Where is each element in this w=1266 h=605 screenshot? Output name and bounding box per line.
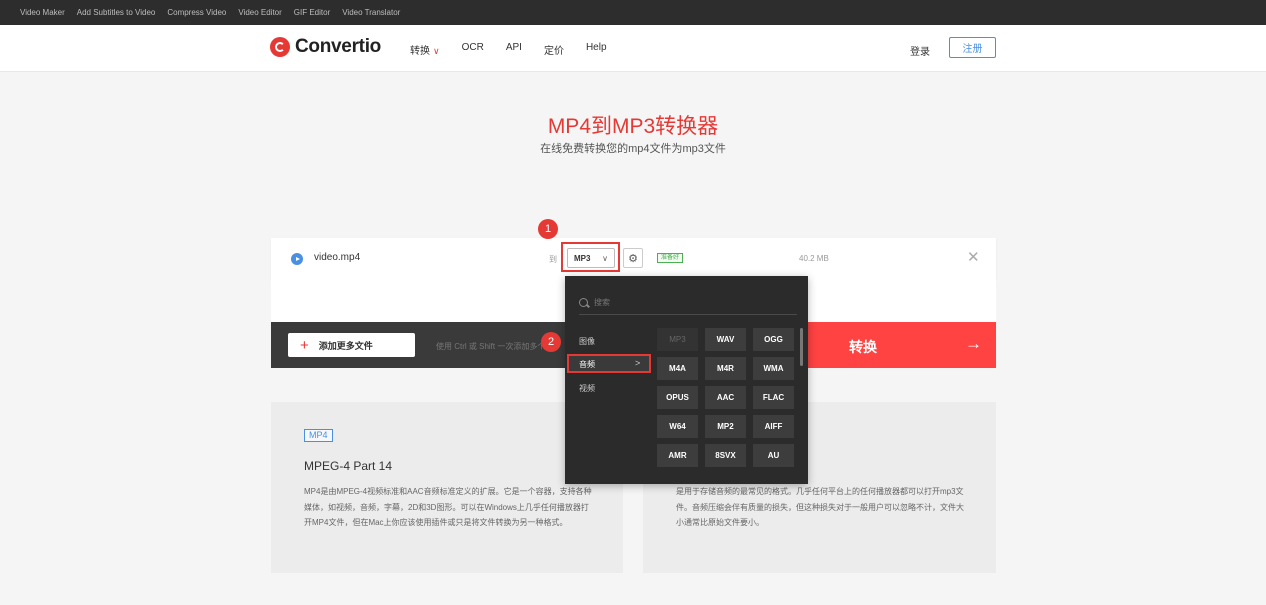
page-subtitle: 在线免费转换您的mp4文件为mp3文件 <box>540 143 726 155</box>
nav-convert-label: 转换 <box>410 46 430 57</box>
page-title: MP4到MP3转换器 <box>547 115 719 138</box>
format-option-mp2[interactable]: MP2 <box>705 415 746 438</box>
top-link-video-editor[interactable]: Video Editor <box>238 8 281 17</box>
add-more-files-label: 添加更多文件 <box>318 340 373 351</box>
main-nav: 转换 ∨ OCR API 定价 Help <box>410 42 607 57</box>
to-label: 到 <box>549 255 557 264</box>
card-description: 是用于存储音频的最常见的格式。几乎任何平台上的任何播放器都可以打开mp3文件。音… <box>676 487 964 527</box>
logo[interactable]: Convertio <box>270 36 381 58</box>
format-dropdown: 图像 音频 > 视频 MP3 WAV OGG M4A M4R WMA OPUS … <box>565 276 808 484</box>
gear-icon: ⚙ <box>628 252 638 265</box>
top-link-bar: Video Maker Add Subtitles to Video Compr… <box>0 0 1266 25</box>
plus-icon: + <box>300 336 309 354</box>
site-header: Convertio 转换 ∨ OCR API 定价 Help 登录 注册 <box>0 25 1266 72</box>
card-description: MP4是由MPEG-4视频标准和AAC音频标准定义的扩展。它是一个容器，支持各种… <box>304 487 592 527</box>
format-option-opus[interactable]: OPUS <box>657 386 698 409</box>
nav-api[interactable]: API <box>506 42 522 57</box>
file-name: video.mp4 <box>314 252 361 263</box>
format-option-aac[interactable]: AAC <box>705 386 746 409</box>
file-row: video.mp4 到 MP3 ∨ ⚙ 准备好 40.2 MB ✕ <box>271 238 996 280</box>
format-option-au[interactable]: AU <box>753 444 794 467</box>
category-video[interactable]: 视频 <box>579 383 595 394</box>
nav-ocr[interactable]: OCR <box>462 42 484 57</box>
format-select-value: MP3 <box>574 253 591 263</box>
status-badge: 准备好 <box>657 253 684 263</box>
format-tag-mp4: MP4 <box>304 429 333 442</box>
card-title: MPEG-4 Part 14 <box>304 459 393 473</box>
add-more-files-button[interactable]: + 添加更多文件 <box>288 333 415 357</box>
annotation-badge-2: 2 <box>541 332 561 352</box>
nav-help[interactable]: Help <box>586 42 607 57</box>
format-grid: MP3 WAV OGG M4A M4R WMA OPUS AAC FLAC W6… <box>657 328 797 467</box>
login-link[interactable]: 登录 <box>910 43 930 58</box>
format-option-mp3[interactable]: MP3 <box>657 328 698 351</box>
top-link-video-maker[interactable]: Video Maker <box>20 8 65 17</box>
format-option-m4a[interactable]: M4A <box>657 357 698 380</box>
convert-button[interactable]: 转换 → <box>795 322 996 368</box>
top-link-video-translator[interactable]: Video Translator <box>342 8 400 17</box>
file-size: 40.2 MB <box>799 254 829 263</box>
format-option-wav[interactable]: WAV <box>705 328 746 351</box>
format-option-m4r[interactable]: M4R <box>705 357 746 380</box>
format-option-w64[interactable]: W64 <box>657 415 698 438</box>
top-link-compress-video[interactable]: Compress Video <box>167 8 226 17</box>
format-search-input[interactable] <box>594 297 774 307</box>
signup-button[interactable]: 注册 <box>949 37 996 58</box>
dropdown-scrollbar[interactable] <box>800 328 803 366</box>
format-option-ogg[interactable]: OGG <box>753 328 794 351</box>
search-icon <box>579 297 588 307</box>
category-audio-label: 音频 <box>579 360 595 369</box>
remove-file-close-icon[interactable]: ✕ <box>967 250 980 265</box>
settings-button[interactable]: ⚙ <box>623 248 643 268</box>
format-search <box>579 290 797 315</box>
video-file-icon <box>291 253 303 265</box>
format-option-flac[interactable]: FLAC <box>753 386 794 409</box>
top-link-gif-editor[interactable]: GIF Editor <box>294 8 330 17</box>
convert-button-label: 转换 <box>849 339 877 355</box>
category-image[interactable]: 图像 <box>579 336 595 347</box>
format-option-wma[interactable]: WMA <box>753 357 794 380</box>
convertio-logo-icon <box>270 37 290 57</box>
format-option-amr[interactable]: AMR <box>657 444 698 467</box>
format-select[interactable]: MP3 ∨ <box>567 248 615 268</box>
chevron-right-icon: > <box>635 358 641 368</box>
format-option-aiff[interactable]: AIFF <box>753 415 794 438</box>
nav-convert[interactable]: 转换 ∨ <box>410 42 440 57</box>
format-option-8svx[interactable]: 8SVX <box>705 444 746 467</box>
annotation-badge-1: 1 <box>538 219 558 239</box>
arrow-right-icon: → <box>965 334 982 353</box>
chevron-down-icon: ∨ <box>433 46 440 56</box>
nav-pricing[interactable]: 定价 <box>544 42 564 57</box>
logo-text: Convertio <box>295 36 381 57</box>
chevron-down-icon: ∨ <box>602 253 608 263</box>
top-link-add-subtitles[interactable]: Add Subtitles to Video <box>77 8 156 17</box>
